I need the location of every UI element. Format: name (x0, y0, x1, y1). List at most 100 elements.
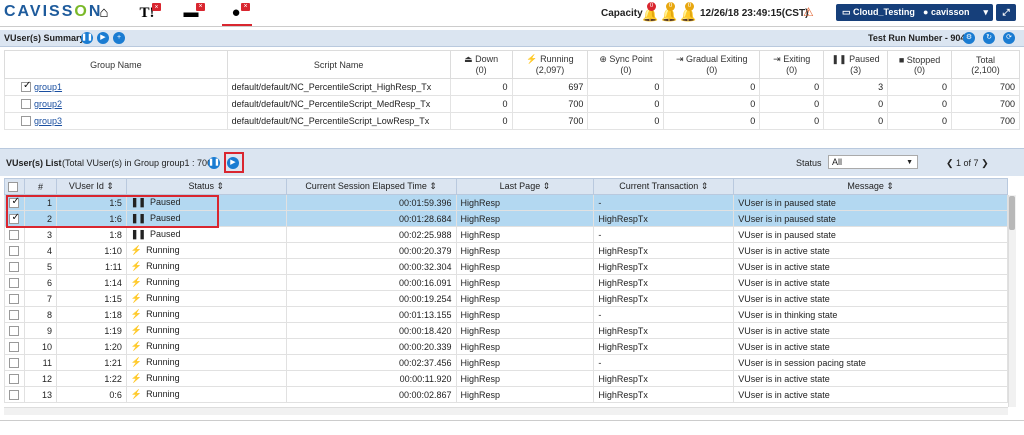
vuser-row[interactable]: 10 1:20 ⚡ Running 00:00:20.339 HighResp HighRe… (4, 338, 1008, 355)
col-paused[interactable]: ❚❚ Paused (3) (823, 50, 889, 79)
col-group-name[interactable]: Group Name (4, 50, 228, 79)
col-running[interactable]: ⚡ Running (2,097) (511, 50, 589, 79)
alert-bell-icon[interactable]: 🔔 0 (642, 2, 658, 23)
row-checkbox[interactable] (9, 341, 20, 352)
pause-selected-button[interactable]: ❚❚ (208, 157, 220, 169)
col-index[interactable]: # (23, 178, 57, 195)
play-all-button[interactable]: ▶ (97, 32, 109, 44)
summary-row[interactable]: group3 default/default/NC_PercentileScrip… (4, 112, 1020, 130)
row-select-cell[interactable] (4, 338, 25, 355)
row-checkbox[interactable] (9, 261, 20, 272)
monitor-icon[interactable]: ▬ × (180, 3, 205, 22)
col-current-transaction[interactable]: Current Transaction ⇕ (593, 178, 735, 195)
add-button[interactable]: + (113, 32, 125, 44)
summary-running-cell: 700 (511, 95, 589, 113)
col-script-name[interactable]: Script Name (226, 50, 451, 79)
col-stopped[interactable]: ■ Stopped (0) (887, 50, 953, 79)
col-count: (0) (620, 65, 632, 75)
home-icon[interactable]: ⌂ (93, 4, 115, 22)
row-select-cell[interactable] (4, 226, 25, 243)
col-sync-point[interactable]: ⊕ Sync Point (0) (587, 50, 665, 79)
group-link[interactable]: group3 (34, 116, 62, 126)
summary-row[interactable]: group1 default/default/NC_PercentileScrip… (4, 78, 1020, 96)
user-tab-icon[interactable]: ● × (225, 3, 250, 22)
status-filter-select[interactable]: All ▼ (828, 155, 918, 169)
row-checkbox[interactable] (9, 373, 20, 384)
col-vuser-id[interactable]: VUser Id ⇕ (55, 178, 127, 195)
elapsed-time-cell: 00:01:59.396 (285, 194, 457, 211)
message-cell: VUser is in paused state (733, 210, 1008, 227)
next-page-icon[interactable]: ❯ (979, 158, 989, 168)
user-menu-button[interactable]: ● cavisson ▾ (917, 4, 993, 21)
col-down[interactable]: ⏏ Down (0) (449, 50, 513, 79)
row-select-cell[interactable] (4, 386, 25, 403)
row-select-cell[interactable] (4, 290, 25, 307)
pause-all-button[interactable]: ❚❚ (81, 32, 93, 44)
vuser-row[interactable]: 13 0:6 ⚡ Running 00:00:02.867 HighResp HighRes… (4, 386, 1008, 403)
col-total[interactable]: Total (2,100) (951, 50, 1020, 79)
status-text: Running (146, 277, 180, 287)
row-checkbox[interactable] (9, 229, 20, 240)
vuser-row[interactable]: 7 1:15 ⚡ Running 00:00:19.254 HighResp HighRes… (4, 290, 1008, 307)
col-exiting[interactable]: ⇥ Exiting (0) (759, 50, 825, 79)
row-checkbox[interactable] (9, 277, 20, 288)
transaction-cell: HighRespTx (593, 210, 735, 227)
vuser-row[interactable]: 6 1:14 ⚡ Running 00:00:16.091 HighResp HighRes… (4, 274, 1008, 291)
sync-point-icon: ⊕ (599, 54, 610, 64)
row-checkbox[interactable] (9, 389, 20, 400)
summary-exiting-cell: 0 (759, 112, 825, 130)
col-status[interactable]: Status ⇕ (125, 178, 287, 195)
row-checkbox[interactable] (9, 293, 20, 304)
select-all-header[interactable] (4, 178, 25, 195)
refresh-icon[interactable]: ↻ (983, 32, 995, 44)
summary-group-cell[interactable]: group1 (4, 78, 228, 96)
row-checkbox[interactable] (9, 245, 20, 256)
vuser-row[interactable]: 8 1:18 ⚡ Running 00:01:13.155 HighResp - VUser … (4, 306, 1008, 323)
col-last-page[interactable]: Last Page ⇕ (455, 178, 595, 195)
row-checkbox[interactable] (9, 325, 20, 336)
summary-sync-cell: 0 (587, 78, 665, 96)
group-checkbox[interactable] (21, 116, 31, 127)
row-select-cell[interactable] (4, 274, 25, 291)
exit-icon: ⇥ (675, 54, 687, 64)
col-gradual-exiting[interactable]: ⇥ Gradual Exiting (0) (663, 50, 761, 79)
summary-group-cell[interactable]: group3 (4, 112, 228, 130)
col-elapsed[interactable]: Current Session Elapsed Time ⇕ (285, 178, 457, 195)
group-checkbox[interactable] (21, 99, 31, 110)
row-select-cell[interactable] (4, 370, 25, 387)
highlight-box (224, 152, 244, 173)
vuser-row[interactable]: 5 1:11 ⚡ Running 00:00:32.304 HighResp HighRes… (4, 258, 1008, 275)
vuser-row[interactable]: 3 1:8 ❚❚ Paused 00:02:25.988 HighResp - VUser i… (4, 226, 1008, 243)
prev-page-icon[interactable]: ❮ (946, 158, 956, 168)
row-checkbox[interactable] (9, 357, 20, 368)
status-text: Running (146, 293, 180, 303)
reload-icon[interactable]: ⟳ (1003, 32, 1015, 44)
select-all-checkbox[interactable] (7, 181, 18, 192)
summary-row[interactable]: group2 default/default/NC_PercentileScrip… (4, 95, 1020, 113)
settings-icon[interactable]: ⚙ (963, 32, 975, 44)
group-link[interactable]: group2 (34, 99, 62, 109)
col-message[interactable]: Message ⇕ (733, 178, 1008, 195)
row-select-cell[interactable] (4, 258, 25, 275)
vuser-row[interactable]: 11 1:21 ⚡ Running 00:02:37.456 HighResp - VUser… (4, 354, 1008, 371)
vuser-row[interactable]: 9 1:19 ⚡ Running 00:00:18.420 HighResp HighRes… (4, 322, 1008, 339)
row-select-cell[interactable] (4, 242, 25, 259)
project-button[interactable]: ▭ Cloud_Testing (836, 4, 921, 21)
tier-icon[interactable]: T! × (136, 3, 161, 22)
expand-button[interactable]: ⤢ (996, 4, 1016, 21)
row-select-cell[interactable] (4, 322, 25, 339)
row-select-cell[interactable] (4, 354, 25, 371)
vuser-row[interactable]: 12 1:22 ⚡ Running 00:00:11.920 HighResp HighRe… (4, 370, 1008, 387)
group-checkbox[interactable] (21, 80, 31, 93)
row-checkbox[interactable] (9, 309, 20, 320)
vuser-row[interactable]: 4 1:10 ⚡ Running 00:00:20.379 HighResp HighRes… (4, 242, 1008, 259)
notification-icon[interactable]: ⚠ (803, 5, 814, 19)
group-link[interactable]: group1 (34, 82, 62, 92)
alert-bell-icon[interactable]: 🔔 0 (680, 2, 696, 23)
alert-bell-icon[interactable]: 🔔 0 (661, 2, 677, 23)
scrollbar-thumb[interactable] (1009, 196, 1015, 230)
horizontal-scrollbar[interactable] (4, 407, 1008, 415)
row-select-cell[interactable] (4, 306, 25, 323)
summary-group-cell[interactable]: group2 (4, 95, 228, 113)
summary-stopped-cell: 0 (887, 112, 953, 130)
